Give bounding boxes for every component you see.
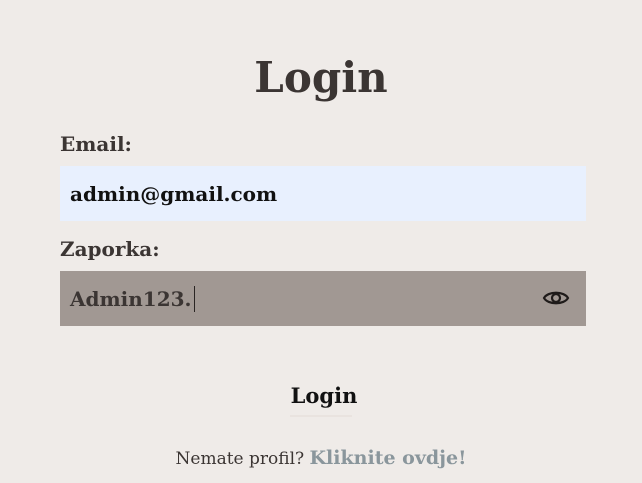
login-button[interactable]: Login: [286, 376, 362, 414]
password-field[interactable]: Admin123.: [60, 271, 586, 326]
email-field-value: admin@gmail.com: [70, 181, 278, 206]
text-caret: [193, 285, 195, 312]
signup-prompt-text: Nemate profil?: [175, 449, 305, 469]
email-label: Email:: [60, 132, 132, 156]
page-title: Login: [254, 53, 388, 102]
button-underline: [290, 415, 352, 417]
signup-prompt: Nemate profil? Kliknite ovdje!: [0, 444, 642, 473]
signup-link[interactable]: Kliknite ovdje!: [310, 447, 467, 469]
eye-icon[interactable]: [542, 285, 570, 311]
email-field[interactable]: admin@gmail.com: [60, 166, 586, 221]
password-field-value: Admin123.: [70, 286, 192, 311]
password-label: Zaporka:: [60, 237, 160, 261]
